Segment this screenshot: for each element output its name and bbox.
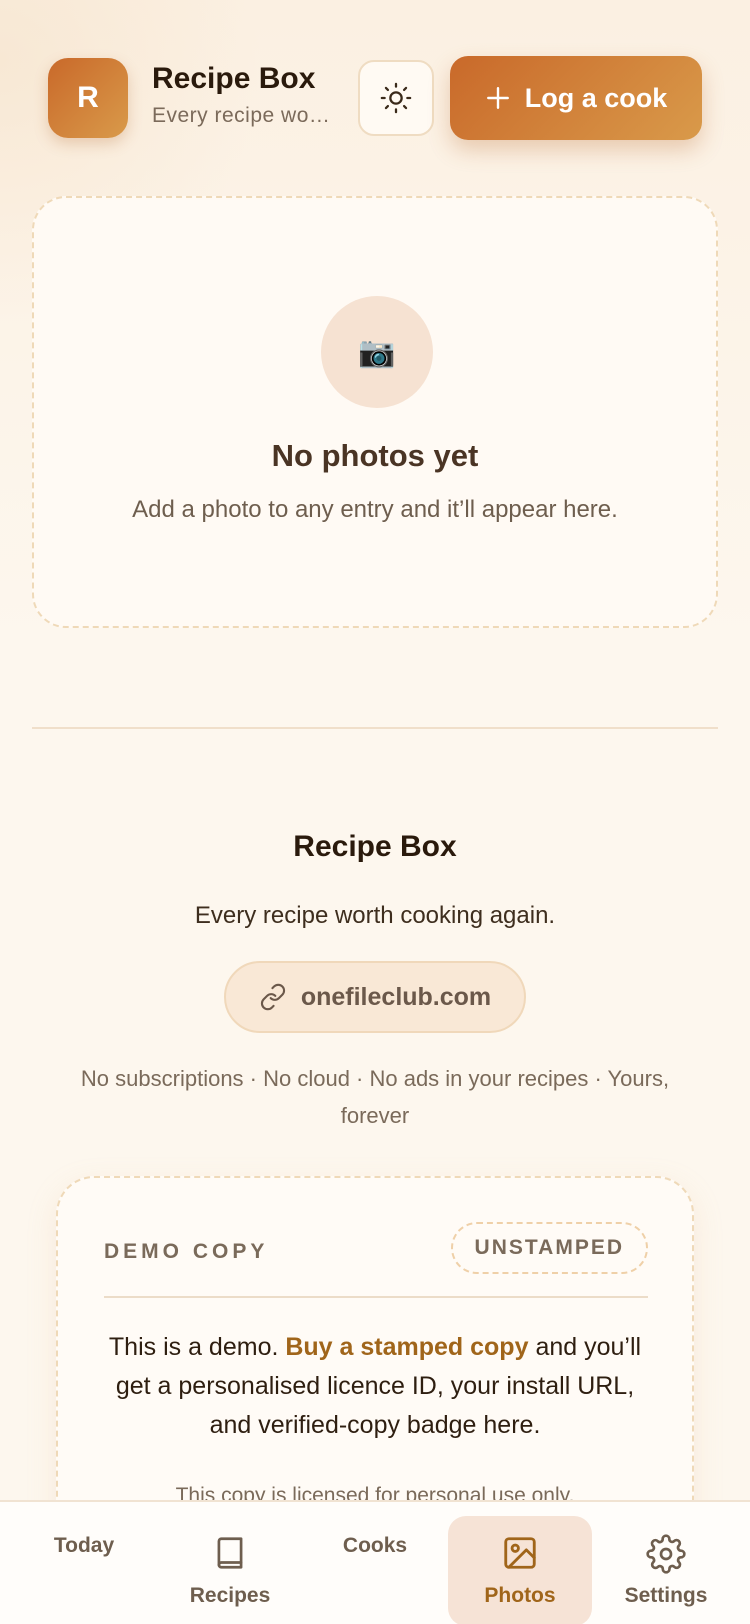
footer-notes: No subscriptions · No cloud · No ads in … xyxy=(80,1066,670,1128)
log-cook-button[interactable]: Log a cook xyxy=(450,56,702,140)
demo-divider xyxy=(104,1296,648,1298)
status-badge: UNSTAMPED xyxy=(450,1222,648,1274)
section-divider xyxy=(32,727,718,729)
log-cook-label: Log a cook xyxy=(524,82,668,113)
site-link-button[interactable]: onefileclub.com xyxy=(224,961,526,1033)
tab-recipes[interactable]: Recipes xyxy=(158,1502,302,1624)
tab-photos-label: Photos xyxy=(484,1584,556,1607)
link-icon xyxy=(260,983,285,1011)
bottom-nav: Today Recipes Cooks Photos Settings xyxy=(0,1500,750,1624)
app-header: R Recipe Box Every recipe worth cooking … xyxy=(0,0,750,180)
theme-toggle-button[interactable] xyxy=(358,60,434,136)
demo-copy-label: DEMO COPY xyxy=(104,1240,269,1263)
empty-state-text: Add a photo to any entry and it’ll appea… xyxy=(132,496,618,523)
tab-today-label: Today xyxy=(53,1534,115,1557)
tab-today[interactable]: Today xyxy=(12,1502,156,1624)
buy-stamped-copy-link[interactable]: Buy a stamped copy xyxy=(285,1333,528,1361)
tab-settings[interactable]: Settings xyxy=(594,1502,738,1624)
sun-icon xyxy=(380,82,412,114)
footer-title: Recipe Box xyxy=(293,830,457,863)
tab-recipes-label: Recipes xyxy=(189,1584,271,1607)
footer-tagline: Every recipe worth cooking again. xyxy=(194,902,556,929)
tab-photos[interactable]: Photos xyxy=(448,1516,592,1624)
app-title: Recipe Box xyxy=(152,62,316,95)
camera-icon: 📷 xyxy=(321,296,433,408)
gear-icon xyxy=(646,1534,686,1574)
site-link-label: onefileclub.com xyxy=(300,982,492,1011)
book-icon xyxy=(217,1537,243,1569)
plus-icon xyxy=(486,87,509,109)
tab-cooks-label: Cooks xyxy=(342,1534,408,1557)
empty-state-title: No photos yet xyxy=(271,438,479,473)
tab-settings-label: Settings xyxy=(624,1584,708,1607)
photos-empty-state: 📷 No photos yet Add a photo to any entry… xyxy=(32,196,718,628)
demo-text: This is a demo. Buy a stamped copy and y… xyxy=(108,1333,642,1439)
app-subtitle: Every recipe worth cooking again. xyxy=(152,104,332,127)
tab-cooks[interactable]: Cooks xyxy=(303,1502,447,1624)
app-logo: R xyxy=(48,58,128,138)
image-icon xyxy=(504,1537,536,1569)
